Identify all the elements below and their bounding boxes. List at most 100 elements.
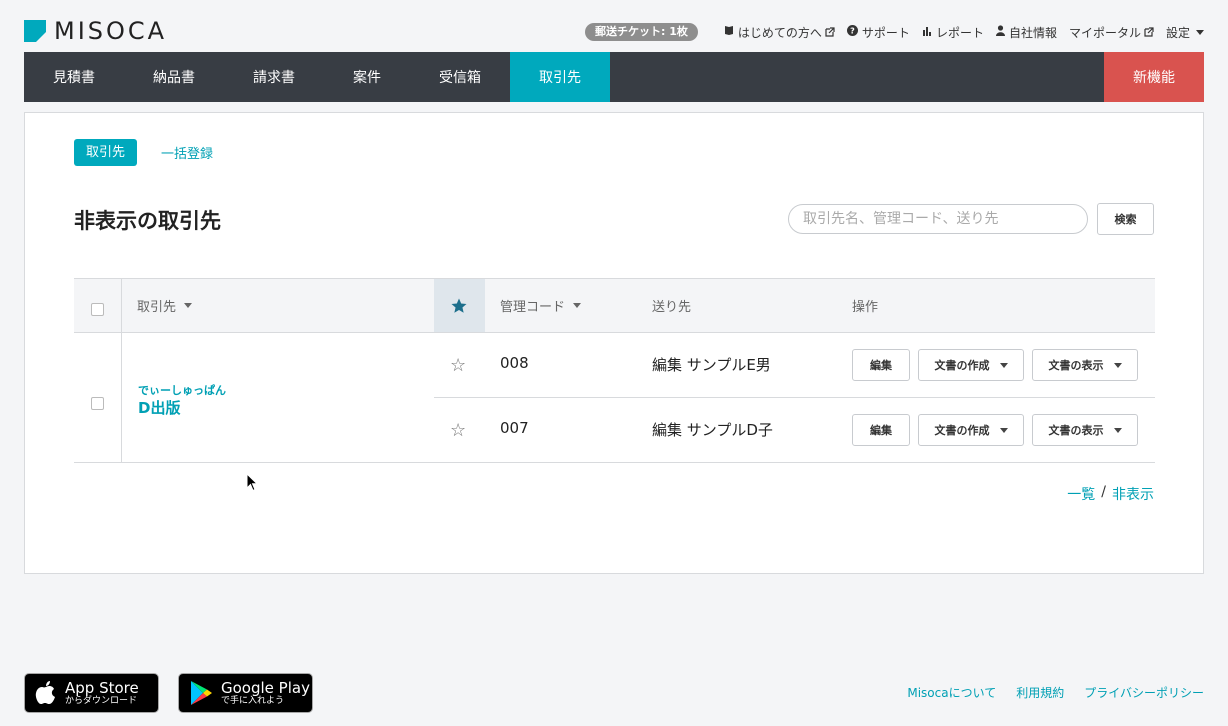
google-play-text: Google Play で手に入れよう xyxy=(221,680,310,707)
subtab-bulk-register[interactable]: 一括登録 xyxy=(161,143,213,162)
apple-icon xyxy=(35,681,55,704)
search-input[interactable] xyxy=(788,204,1088,234)
toplink-label: 自社情報 xyxy=(1008,25,1057,40)
footer-link-terms[interactable]: 利用規約 xyxy=(1016,684,1064,701)
create-document-dropdown[interactable]: 文書の作成 xyxy=(918,349,1024,381)
table-bottom-border xyxy=(74,462,1155,463)
nav-item-projects[interactable]: 案件 xyxy=(324,52,410,102)
external-link-icon xyxy=(1144,27,1154,37)
logo[interactable]: MISOCA xyxy=(24,17,168,45)
dropdown-label: 文書の作成 xyxy=(934,359,990,372)
row-code: 007 xyxy=(500,419,529,437)
list-view-link[interactable]: 一覧 xyxy=(1067,484,1095,504)
star-outline-icon: ☆ xyxy=(450,419,467,441)
toplink-label: サポート xyxy=(861,25,910,40)
toplink-settings[interactable]: 設定 xyxy=(1166,24,1204,41)
external-link-icon xyxy=(825,27,835,37)
star-outline-icon: ☆ xyxy=(450,354,467,376)
search-button[interactable]: 検索 xyxy=(1097,203,1154,235)
book-icon xyxy=(724,25,734,39)
toplink-support[interactable]: ? サポート xyxy=(846,24,910,41)
row-divider xyxy=(434,397,1155,398)
chevron-down-icon xyxy=(1113,427,1122,433)
app-store-line2: からダウンロード xyxy=(65,695,138,706)
show-documents-dropdown[interactable]: 文書の表示 xyxy=(1032,414,1138,446)
question-circle-icon: ? xyxy=(846,25,858,39)
create-document-dropdown[interactable]: 文書の作成 xyxy=(918,414,1024,446)
sort-caret-icon xyxy=(184,303,193,308)
user-icon xyxy=(995,25,1005,39)
toplink-report[interactable]: レポート xyxy=(922,24,984,41)
table-header: 取引先 管理コード 送り先 操作 xyxy=(74,278,1155,333)
header-label: 送り先 xyxy=(652,300,692,315)
column-divider xyxy=(121,278,122,463)
toplink-label: マイポータル xyxy=(1068,25,1141,40)
row-destination: 編集 サンプルE男 xyxy=(652,356,771,374)
view-switch-separator: / xyxy=(1101,484,1106,500)
logo-text: MISOCA xyxy=(54,17,168,45)
header-label: 管理コード xyxy=(500,300,566,315)
toplink-label: 設定 xyxy=(1165,25,1190,40)
view-switch: 一覧 / 非表示 xyxy=(1067,484,1154,504)
header-label: 操作 xyxy=(852,300,879,315)
table-row-1-star[interactable]: ☆ xyxy=(450,353,466,377)
subtab-clients[interactable]: 取引先 xyxy=(74,139,138,166)
misoca-logo-icon xyxy=(24,20,46,42)
table-row-2-star[interactable]: ☆ xyxy=(450,418,466,442)
toplink-beginners[interactable]: はじめての方へ xyxy=(724,24,835,41)
row-code: 008 xyxy=(500,354,529,372)
nav-item-invoices[interactable]: 請求書 xyxy=(224,52,324,102)
chevron-down-icon xyxy=(1196,29,1204,35)
nav-item-delivery-notes[interactable]: 納品書 xyxy=(124,52,224,102)
footer-link-privacy[interactable]: プライバシーポリシー xyxy=(1084,684,1204,701)
page-title: 非表示の取引先 xyxy=(74,209,221,233)
hidden-view-link[interactable]: 非表示 xyxy=(1112,484,1154,504)
toplink-label: レポート xyxy=(935,25,984,40)
nav-item-inbox[interactable]: 受信箱 xyxy=(410,52,510,102)
main-nav: 見積書 納品書 請求書 案件 受信箱 取引先 新機能 xyxy=(24,52,1204,102)
chevron-down-icon xyxy=(999,362,1008,368)
footer-links: Misocaについて 利用規約 プライバシーポリシー xyxy=(887,684,1204,701)
nav-item-quotes[interactable]: 見積書 xyxy=(24,52,124,102)
footer-link-about[interactable]: Misocaについて xyxy=(907,684,996,701)
star-filled-icon xyxy=(451,298,467,313)
header-client[interactable]: 取引先 xyxy=(137,279,193,332)
google-play-badge[interactable]: Google Play で手に入れよう xyxy=(178,673,313,713)
google-play-icon xyxy=(191,681,212,705)
svg-text:?: ? xyxy=(850,27,855,36)
toplink-myportal[interactable]: マイポータル xyxy=(1069,24,1154,41)
new-feature-button[interactable]: 新機能 xyxy=(1104,52,1204,102)
dropdown-label: 文書の表示 xyxy=(1048,424,1104,437)
google-play-line2: で手に入れよう xyxy=(221,695,285,706)
edit-button[interactable]: 編集 xyxy=(852,414,910,446)
clients-table: 取引先 管理コード 送り先 操作 でぃーしゅっぱん D出版 ☆ 008 編集 サ… xyxy=(74,278,1155,463)
select-all-checkbox[interactable] xyxy=(91,303,104,316)
ticket-badge[interactable]: 郵送チケット: 1枚 xyxy=(585,23,698,41)
bar-chart-icon xyxy=(922,26,932,39)
row-checkbox[interactable] xyxy=(91,397,104,410)
top-links: 郵送チケット: 1枚 はじめての方へ ? サポート レポート 自社情報 マイポー… xyxy=(585,22,1204,42)
header-code[interactable]: 管理コード xyxy=(500,279,582,332)
client-name-link[interactable]: D出版 xyxy=(138,397,180,418)
edit-button[interactable]: 編集 xyxy=(852,349,910,381)
show-documents-dropdown[interactable]: 文書の表示 xyxy=(1032,349,1138,381)
app-store-line1: App Store xyxy=(65,678,139,697)
row-destination: 編集 サンプルD子 xyxy=(652,421,773,439)
page: MISOCA 郵送チケット: 1枚 はじめての方へ ? サポート レポート 自社… xyxy=(0,0,1228,726)
chevron-down-icon xyxy=(999,427,1008,433)
top-bar: MISOCA 郵送チケット: 1枚 はじめての方へ ? サポート レポート 自社… xyxy=(0,0,1228,52)
toplink-company-info[interactable]: 自社情報 xyxy=(995,24,1057,41)
header-label: 取引先 xyxy=(137,300,177,315)
header-destination: 送り先 xyxy=(652,279,691,332)
subtabs: 取引先 一括登録 xyxy=(74,139,213,166)
nav-item-clients[interactable]: 取引先 xyxy=(510,52,610,102)
app-store-text: App Store からダウンロード xyxy=(65,680,139,707)
client-kana: でぃーしゅっぱん xyxy=(138,384,226,397)
dropdown-label: 文書の表示 xyxy=(1048,359,1104,372)
app-store-badge[interactable]: App Store からダウンロード xyxy=(24,673,159,713)
chevron-down-icon xyxy=(1113,362,1122,368)
mouse-cursor-icon xyxy=(246,473,258,492)
header-star[interactable] xyxy=(450,279,468,332)
sort-caret-icon xyxy=(573,303,582,308)
dropdown-label: 文書の作成 xyxy=(934,424,990,437)
